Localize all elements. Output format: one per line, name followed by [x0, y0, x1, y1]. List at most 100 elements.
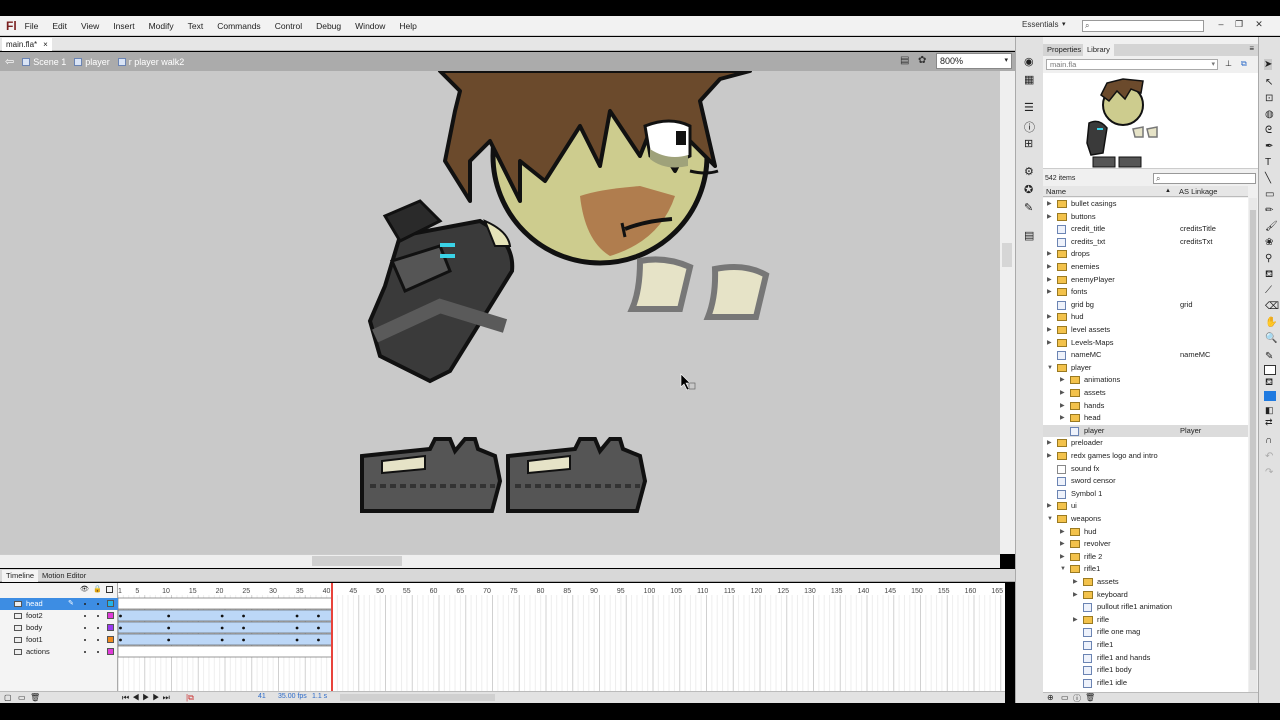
library-folder[interactable]: ▶ rifle: [1043, 614, 1248, 627]
library-item[interactable]: sound fx: [1043, 463, 1248, 476]
panel-menu-icon[interactable]: ≡: [1249, 44, 1254, 53]
chevron-right-icon[interactable]: ▶: [1047, 311, 1052, 324]
frame-grid[interactable]: 1 5 10 15 20 25 30 35 40 45 50 55 60 65 70 75 80 85 90 95 10…: [118, 583, 1005, 691]
library-item[interactable]: rifle one mag: [1043, 626, 1248, 639]
menu-modify[interactable]: Modify: [149, 21, 174, 31]
menu-insert[interactable]: Insert: [113, 21, 134, 31]
tab-properties[interactable]: Properties: [1043, 44, 1085, 56]
library-folder[interactable]: ▶ enemyPlayer: [1043, 274, 1248, 287]
visibility-dot[interactable]: [84, 615, 86, 617]
keyframe[interactable]: [317, 614, 320, 618]
delete-layer-icon[interactable]: 🗑: [30, 693, 40, 702]
layer-color-swatch[interactable]: [107, 624, 114, 631]
swap-colors-icon[interactable]: ⇄: [1265, 417, 1273, 428]
library-folder[interactable]: ▼ rifle1: [1043, 563, 1248, 576]
library-folder[interactable]: ▶ animations: [1043, 374, 1248, 387]
menu-control[interactable]: Control: [275, 21, 302, 31]
transform-icon[interactable]: ⊞: [1024, 137, 1033, 150]
keyframe[interactable]: [295, 626, 299, 630]
pencil-tool-icon[interactable]: ✏: [1265, 205, 1273, 216]
keyframe[interactable]: [220, 614, 224, 618]
library-folder[interactable]: ▶ ui: [1043, 500, 1248, 513]
chevron-right-icon[interactable]: ▶: [1060, 412, 1065, 425]
keyframe[interactable]: [295, 614, 299, 618]
lock-dot[interactable]: [97, 603, 99, 605]
selection-tool-icon[interactable]: ➤: [1264, 59, 1273, 70]
library-folder[interactable]: ▶ head: [1043, 412, 1248, 425]
library-folder[interactable]: ▶ drops: [1043, 248, 1248, 261]
chevron-right-icon[interactable]: ▶: [1073, 614, 1078, 627]
layer-color-swatch[interactable]: [107, 612, 114, 619]
minimize-button[interactable]: –: [1214, 18, 1228, 30]
layer-frame-span[interactable]: [118, 645, 333, 658]
library-folder[interactable]: ▶ rifle 2: [1043, 551, 1248, 564]
code-snippets-icon[interactable]: ✎: [1024, 201, 1033, 214]
stage[interactable]: [0, 71, 1000, 554]
name-column-header[interactable]: Name: [1046, 186, 1066, 197]
workspace-switcher[interactable]: Essentials: [1022, 20, 1058, 29]
chevron-right-icon[interactable]: ▶: [1047, 450, 1052, 463]
edit-scene-icon[interactable]: ▤: [900, 55, 909, 66]
chevron-down-icon[interactable]: ▼: [1047, 362, 1053, 375]
new-folder-icon[interactable]: ▭: [18, 693, 26, 702]
library-item[interactable]: credit_title creditsTitle: [1043, 223, 1248, 236]
new-symbol-icon[interactable]: ⊕: [1047, 693, 1054, 702]
new-layer-icon[interactable]: ▢: [4, 693, 12, 702]
character-feet[interactable]: [360, 437, 648, 513]
properties-icon[interactable]: ⓘ: [1073, 693, 1081, 704]
stage-artwork[interactable]: [0, 71, 1000, 554]
lock-dot[interactable]: [97, 639, 99, 641]
library-item[interactable]: pullout rifle1 animation: [1043, 601, 1248, 614]
history-icon[interactable]: ▤: [1024, 229, 1034, 242]
black-white-icon[interactable]: ◧: [1265, 405, 1274, 416]
chevron-right-icon[interactable]: ▶: [1060, 538, 1065, 551]
layer-row[interactable]: foot1: [0, 634, 118, 646]
outline-icon[interactable]: [106, 586, 113, 593]
help-search-input[interactable]: ⌕: [1082, 20, 1204, 32]
lasso-icon[interactable]: ᘓ: [1265, 125, 1272, 136]
eraser-icon[interactable]: ⌫: [1265, 301, 1279, 312]
layer-frame-span[interactable]: [118, 633, 333, 646]
library-folder[interactable]: ▶ fonts: [1043, 286, 1248, 299]
library-folder[interactable]: ▶ preloader: [1043, 437, 1248, 450]
onion-skin-icon[interactable]: |⧉: [186, 693, 194, 703]
layer-row[interactable]: actions: [0, 646, 118, 658]
close-window-button[interactable]: ✕: [1252, 18, 1266, 30]
chevron-right-icon[interactable]: ▶: [1047, 198, 1052, 211]
library-folder[interactable]: ▼ player: [1043, 362, 1248, 375]
frame-rate[interactable]: 35.00 fps: [278, 693, 307, 700]
menu-text[interactable]: Text: [188, 21, 204, 31]
library-item[interactable]: sword censor: [1043, 475, 1248, 488]
chevron-right-icon[interactable]: ▶: [1047, 286, 1052, 299]
breadcrumb-scene[interactable]: Scene 1: [22, 57, 66, 67]
layer-row[interactable]: foot2: [0, 610, 118, 622]
sort-icon[interactable]: ▲: [1165, 186, 1171, 197]
library-folder[interactable]: ▶ enemies: [1043, 261, 1248, 274]
fill-color-icon[interactable]: ⛾: [1265, 377, 1273, 390]
visibility-dot[interactable]: [84, 651, 86, 653]
tab-motion-editor[interactable]: Motion Editor: [38, 570, 90, 582]
scrollbar-thumb[interactable]: [1250, 210, 1256, 670]
layer-color-swatch[interactable]: [107, 636, 114, 643]
visibility-dot[interactable]: [84, 627, 86, 629]
components-icon[interactable]: ⚙: [1024, 165, 1034, 178]
menu-view[interactable]: View: [81, 21, 99, 31]
keyframe[interactable]: [242, 626, 245, 630]
layer-row[interactable]: body: [0, 622, 118, 634]
keyframe[interactable]: [119, 638, 122, 642]
rectangle-tool-icon[interactable]: ▭: [1265, 189, 1274, 200]
library-item[interactable]: grid bg grid: [1043, 299, 1248, 312]
library-folder[interactable]: ▶ buttons: [1043, 211, 1248, 224]
layer-frame-span[interactable]: [118, 597, 333, 610]
library-item[interactable]: rifle1 and hands: [1043, 652, 1248, 665]
stage-horizontal-scrollbar[interactable]: [0, 554, 1000, 568]
timeline-scrollbar-thumb[interactable]: [340, 694, 495, 701]
menu-file[interactable]: File: [25, 21, 39, 31]
playback-controls[interactable]: ⏮◀▶▶⏭: [122, 693, 173, 703]
library-folder[interactable]: ▶ revolver: [1043, 538, 1248, 551]
library-item[interactable]: nameMC nameMC: [1043, 349, 1248, 362]
chevron-down-icon[interactable]: ▼: [1047, 513, 1053, 526]
chevron-right-icon[interactable]: ▶: [1047, 437, 1052, 450]
library-folder[interactable]: ▶ hands: [1043, 400, 1248, 413]
chevron-right-icon[interactable]: ▶: [1073, 589, 1078, 602]
